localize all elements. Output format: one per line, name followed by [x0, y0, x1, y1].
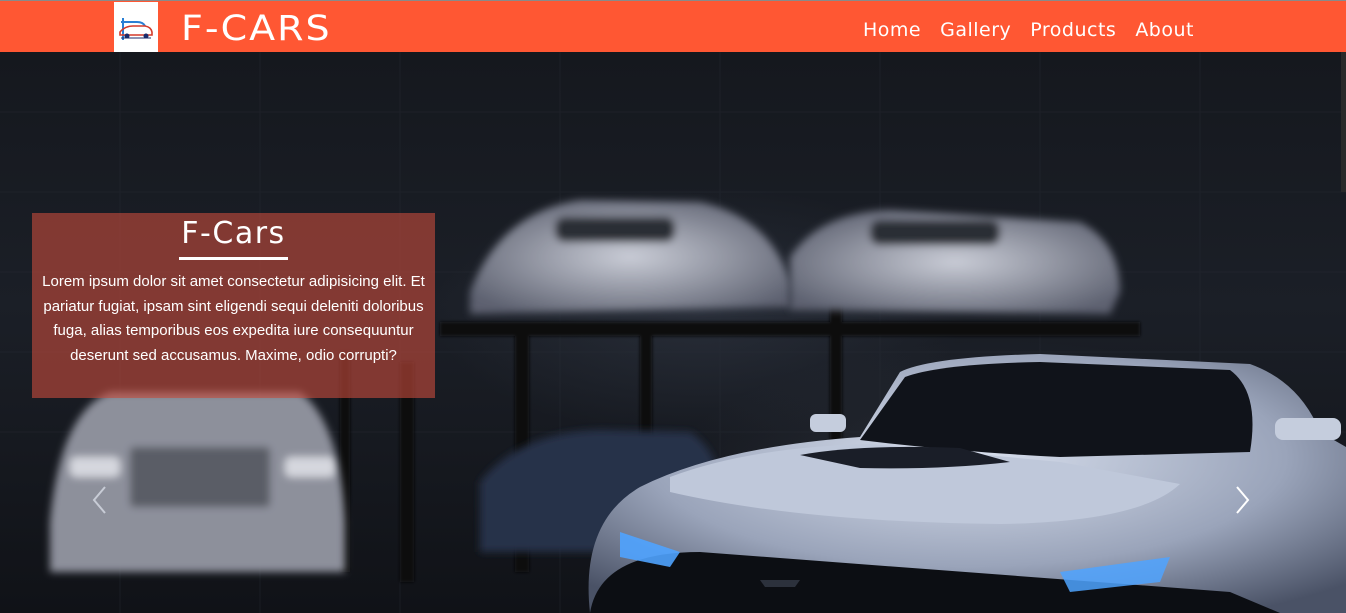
chevron-left-icon: [92, 486, 106, 514]
car-logo-icon: [119, 18, 153, 40]
nav-link-about[interactable]: About: [1135, 15, 1194, 45]
brand-name[interactable]: F-CARS: [181, 8, 332, 48]
nav-link-gallery[interactable]: Gallery: [940, 15, 1011, 45]
main-nav: Home Gallery Products About: [863, 15, 1194, 45]
chevron-right-icon: [1236, 486, 1250, 514]
nav-link-products[interactable]: Products: [1030, 15, 1116, 45]
hero-carousel: F-Cars Lorem ipsum dolor sit amet consec…: [0, 52, 1346, 613]
scrollbar[interactable]: [1341, 52, 1346, 192]
caption-text: Lorem ipsum dolor sit amet consectetur a…: [42, 273, 425, 364]
logo[interactable]: [114, 2, 158, 52]
nav-link-home[interactable]: Home: [863, 15, 921, 45]
carousel-next-button[interactable]: [1222, 478, 1262, 522]
navbar: F-CARS Home Gallery Products About: [0, 0, 1346, 52]
carousel-caption: F-Cars Lorem ipsum dolor sit amet consec…: [32, 213, 435, 398]
caption-title: F-Cars: [179, 215, 288, 260]
carousel-prev-button[interactable]: [80, 478, 120, 522]
